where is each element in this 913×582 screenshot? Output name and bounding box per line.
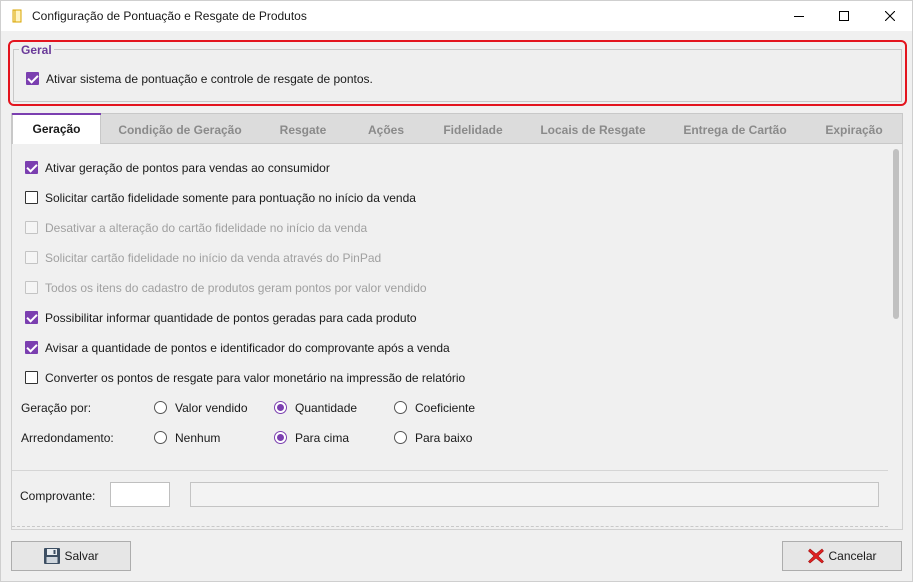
radio-label-quantidade[interactable]: Quantidade	[295, 401, 357, 415]
radio-label-para-cima[interactable]: Para cima	[295, 431, 349, 445]
option-checkbox-desativar-alteracao	[25, 221, 38, 234]
radio-label-coeficiente[interactable]: Coeficiente	[415, 401, 475, 415]
enable-system-checkbox[interactable]	[26, 72, 39, 85]
tab-acoes[interactable]: Ações	[353, 116, 419, 144]
geracao-por-label: Geração por:	[21, 401, 92, 415]
option-checkbox-avisar-quantidade[interactable]	[25, 341, 38, 354]
option-checkbox-solicitar-cartao[interactable]	[25, 191, 38, 204]
window-title: Configuração de Pontuação e Resgate de P…	[32, 9, 307, 23]
maximize-icon	[839, 11, 849, 21]
radio-label-nenhum[interactable]: Nenhum	[175, 431, 220, 445]
save-button-label: Salvar	[64, 549, 99, 563]
tab-geracao[interactable]: Geração	[12, 113, 101, 145]
option-label-avisar-quantidade[interactable]: Avisar a quantidade de pontos e identifi…	[45, 341, 450, 355]
radio-para-baixo[interactable]	[394, 431, 407, 444]
comprovante-label: Comprovante:	[20, 489, 96, 503]
save-button[interactable]: Salvar	[11, 541, 131, 571]
option-label-gerar-pontos[interactable]: Ativar geração de pontos para vendas ao …	[45, 161, 330, 175]
tab-expiracao[interactable]: Expiração	[812, 116, 896, 144]
enable-system-label[interactable]: Ativar sistema de pontuação e controle d…	[46, 72, 373, 86]
option-label-desativar-alteracao: Desativar a alteração do cartão fidelida…	[45, 221, 368, 235]
option-label-pinpad: Solicitar cartão fidelidade no início da…	[45, 251, 382, 265]
scrollbar-thumb[interactable]	[893, 149, 899, 319]
option-label-converter-pontos[interactable]: Converter os pontos de resgate para valo…	[45, 371, 465, 385]
cancel-button[interactable]: Cancelar	[782, 541, 902, 571]
section-divider	[12, 470, 888, 471]
tab-fidelidade[interactable]: Fidelidade	[430, 116, 516, 144]
tab-entrega-de-cartao[interactable]: Entrega de Cartão	[670, 116, 800, 144]
radio-valor-vendido[interactable]	[154, 401, 167, 414]
option-label-solicitar-cartao[interactable]: Solicitar cartão fidelidade somente para…	[45, 191, 416, 205]
option-checkbox-todos-itens	[25, 281, 38, 294]
close-button[interactable]	[867, 1, 913, 31]
radio-label-valor-vendido[interactable]: Valor vendido	[175, 401, 248, 415]
option-checkbox-quantidade-pontos-produto[interactable]	[25, 311, 38, 324]
option-label-quantidade-pontos-produto[interactable]: Possibilitar informar quantidade de pont…	[45, 311, 417, 325]
geral-legend: Geral	[19, 43, 54, 57]
minimize-icon	[794, 16, 804, 17]
app-icon	[12, 9, 22, 23]
tab-locais-de-resgate[interactable]: Locais de Resgate	[528, 116, 658, 144]
option-checkbox-gerar-pontos[interactable]	[25, 161, 38, 174]
radio-label-para-baixo[interactable]: Para baixo	[415, 431, 472, 445]
radio-coeficiente[interactable]	[394, 401, 407, 414]
option-label-todos-itens: Todos os itens do cadastro de produtos g…	[45, 281, 427, 295]
maximize-button[interactable]	[821, 1, 867, 31]
option-checkbox-pinpad	[25, 251, 38, 264]
radio-nenhum[interactable]	[154, 431, 167, 444]
option-checkbox-converter-pontos[interactable]	[25, 371, 38, 384]
comprovante-description-field	[190, 482, 879, 507]
minimize-button[interactable]	[776, 1, 822, 31]
comprovante-code-input[interactable]	[110, 482, 170, 507]
dashed-divider	[12, 526, 888, 527]
radio-para-cima[interactable]	[274, 431, 287, 444]
tab-condicao-de-geracao[interactable]: Condição de Geração	[110, 116, 250, 144]
arredondamento-label: Arredondamento:	[21, 431, 114, 445]
cancel-button-label: Cancelar	[828, 549, 877, 563]
tab-resgate[interactable]: Resgate	[265, 116, 341, 144]
red-x-icon	[808, 548, 825, 564]
radio-quantidade[interactable]	[274, 401, 287, 414]
floppy-disk-icon	[44, 548, 61, 564]
title-bar: Configuração de Pontuação e Resgate de P…	[0, 0, 913, 31]
close-icon	[885, 11, 895, 21]
